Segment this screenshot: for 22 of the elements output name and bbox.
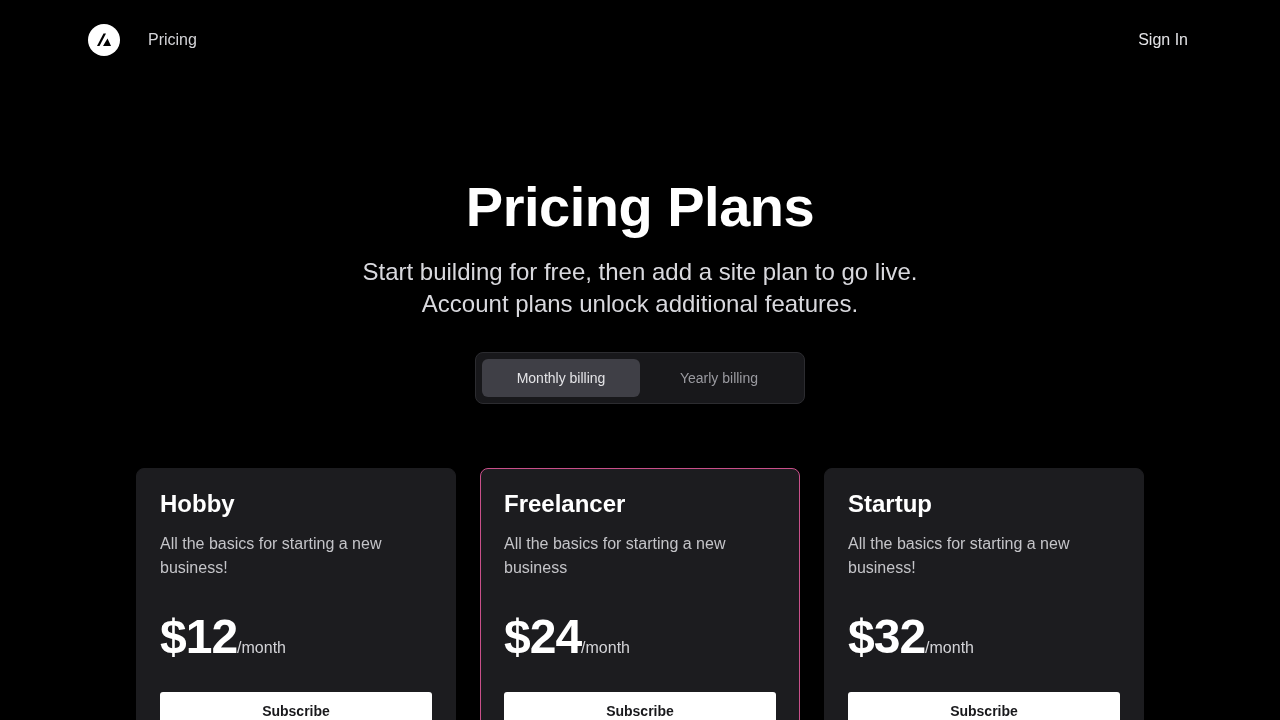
price-period: /month [581, 639, 630, 656]
subscribe-button[interactable]: Subscribe [160, 692, 432, 720]
plan-description: All the basics for starting a new business [504, 534, 727, 578]
plan-price: $24 [504, 609, 582, 665]
plan-description: All the basics for starting a new business! [848, 534, 1071, 578]
page-title: Pricing Plans [465, 175, 815, 239]
plan-name: Hobby [160, 489, 236, 519]
plan-name: Startup [848, 489, 933, 519]
sign-in-link[interactable]: Sign In [1138, 28, 1188, 52]
billing-option[interactable]: Yearly billing [640, 359, 798, 397]
plan-description: All the basics for starting a new business! [160, 534, 383, 578]
subscribe-button[interactable]: Subscribe [504, 692, 776, 720]
logo-icon[interactable] [88, 24, 120, 56]
plan-price: $32 [848, 609, 926, 665]
price-period: /month [237, 639, 286, 656]
price-period: /month [925, 639, 974, 656]
plan-price: $12 [160, 609, 238, 665]
nav-link[interactable]: Pricing [148, 28, 197, 52]
subscribe-button[interactable]: Subscribe [848, 692, 1120, 720]
billing-option[interactable]: Monthly billing [482, 359, 640, 397]
hero-subtitle: Start building for free, then add a site plan to go live. Account plans unlock additional features. [362, 257, 918, 319]
plan-name: Freelancer [504, 489, 627, 519]
